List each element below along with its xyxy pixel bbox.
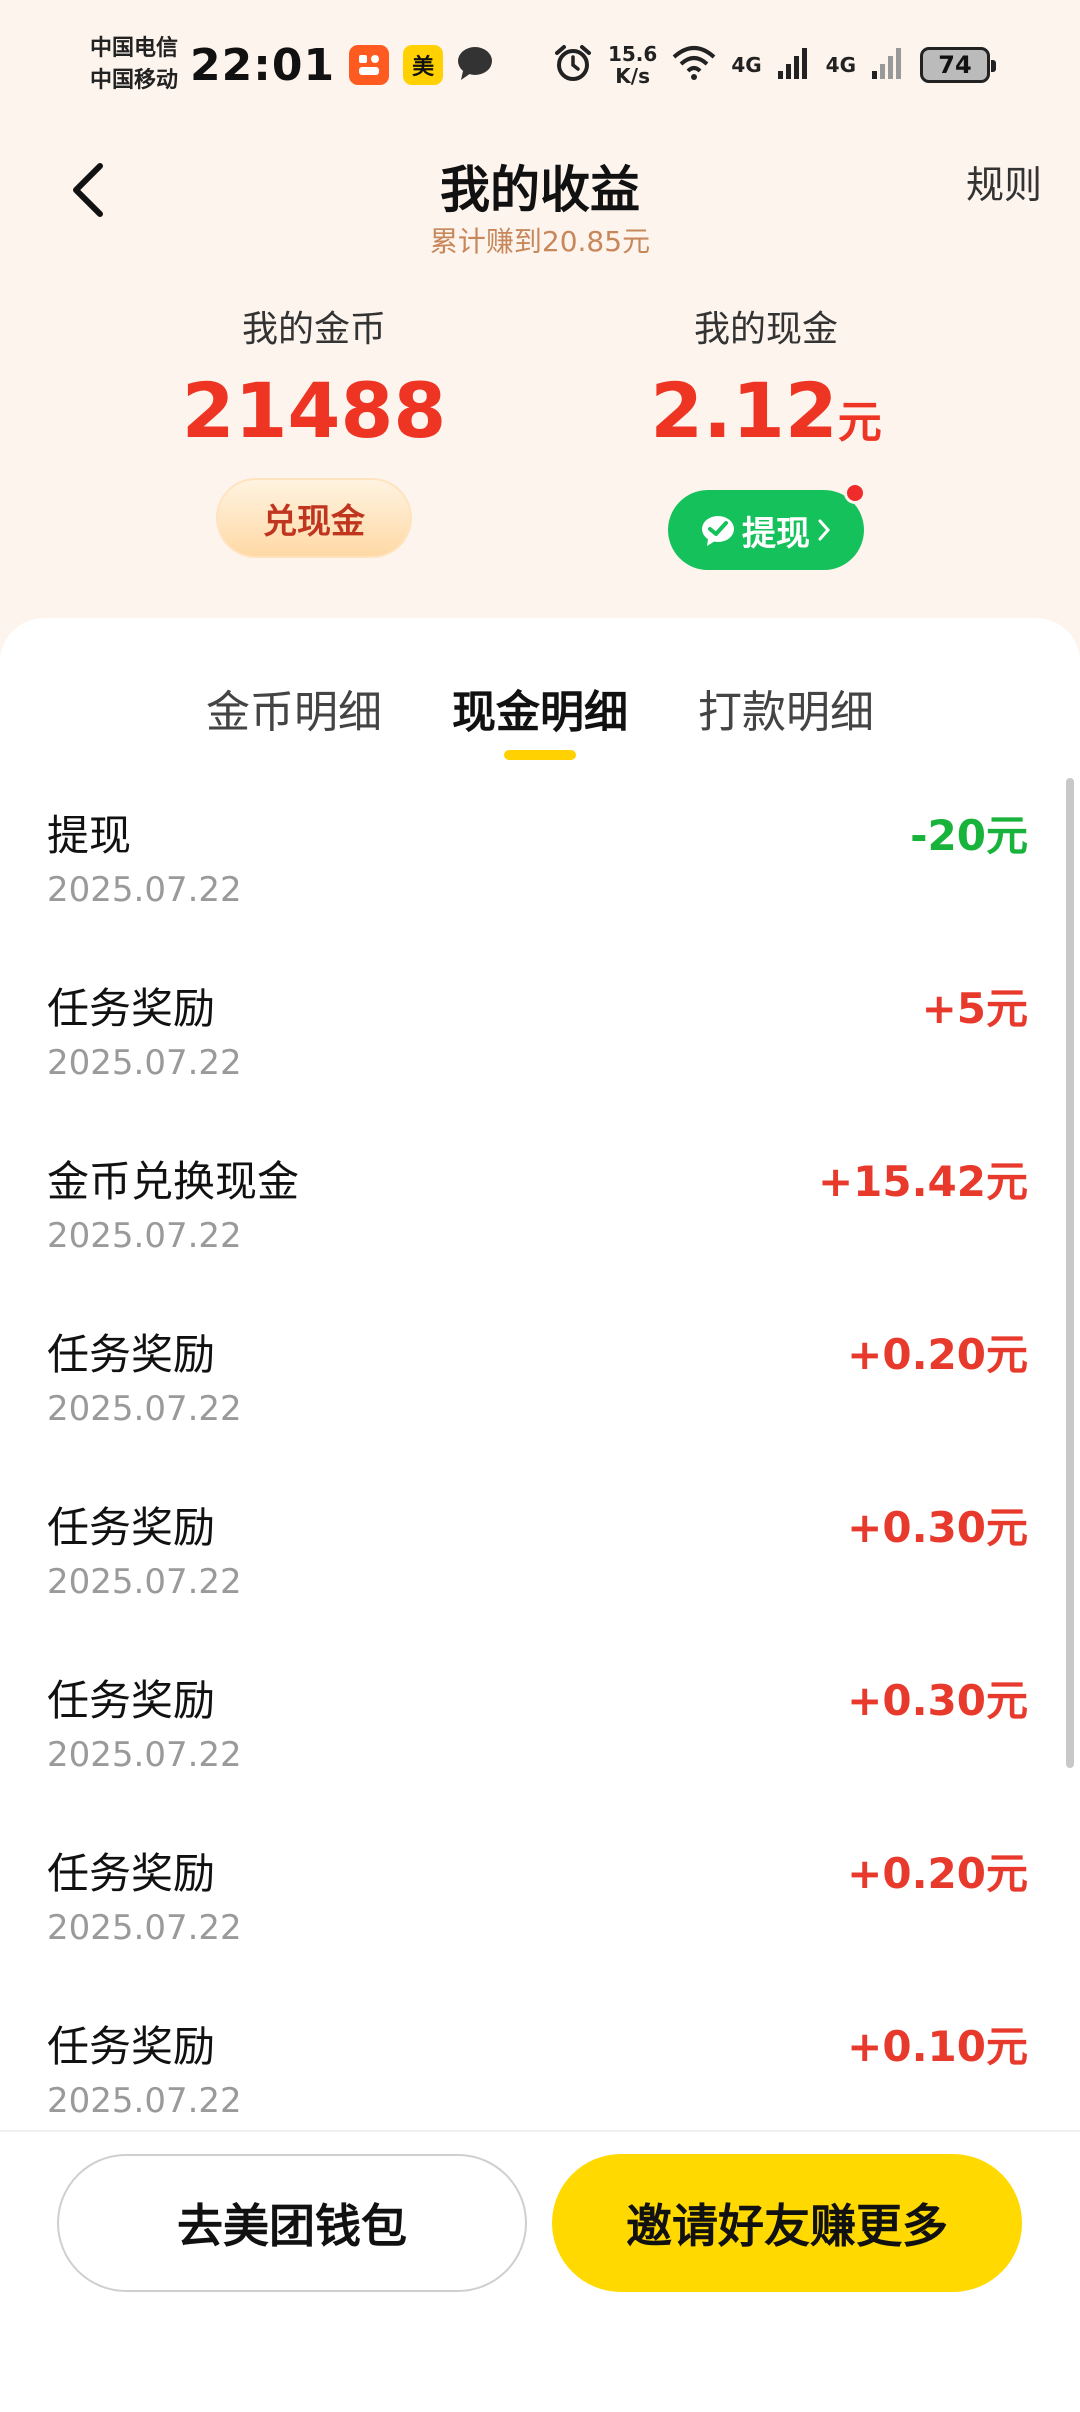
signal-icon-2 [870,45,906,85]
record-date: 2025.07.22 [47,870,242,910]
record-amount: +15.42元 [817,1157,1028,1206]
record-date: 2025.07.22 [47,1216,242,1256]
wechat-pay-icon [702,516,734,546]
meituan-app-icon: 美 [403,45,444,85]
list-scrollbar[interactable] [1066,778,1074,1768]
list-item: 金币兑换现金 2025.07.22 +15.42元 [0,1124,1080,1297]
cash-unit: 元 [837,397,882,448]
page-title: 我的收益 [440,161,640,219]
record-title: 任务奖励 [47,2022,216,2071]
tab-cash-detail-label: 现金明细 [452,687,628,738]
withdraw-button[interactable]: 提现 [668,490,864,570]
record-title: 金币兑换现金 [47,1157,300,1206]
network-speed: 15.6 K/s [608,43,657,87]
chat-bubble-icon [455,43,495,87]
carrier-info: 中国电信 中国移动 [90,33,178,97]
record-title: 任务奖励 [47,1849,216,1898]
network-type-2: 4G [825,53,856,77]
record-amount: +0.30元 [847,1503,1028,1552]
list-item: 任务奖励 2025.07.22 +0.20元 [0,1297,1080,1470]
list-item: 提现 2025.07.22 -20元 [0,778,1080,951]
detail-tabs: 金币明细 现金明细 打款明细 [0,676,1080,776]
speed-value: 15.6 [607,42,658,66]
app-notification-icon [349,45,390,85]
invite-friends-button[interactable]: 邀请好友赚更多 [552,2154,1022,2292]
tab-coin-detail[interactable]: 金币明细 [206,676,382,776]
wifi-icon [671,45,717,85]
record-amount: +0.20元 [847,1330,1028,1379]
chevron-right-icon [818,519,831,541]
rules-link[interactable]: 规则 [966,154,1042,209]
active-tab-indicator [504,750,576,760]
cash-record-list[interactable]: 提现 2025.07.22 -20元 任务奖励 2025.07.22 +5元 金… [0,778,1080,2162]
coins-value: 21488 [181,366,447,455]
tab-payout-detail[interactable]: 打款明细 [698,676,874,776]
cash-balance-card: 我的现金 2.12元 提现 [546,300,986,570]
page-header: 我的收益 累计赚到20.85元 规则 [0,130,1080,260]
exchange-cash-button[interactable]: 兑现金 [216,478,412,558]
record-title: 任务奖励 [47,984,216,1033]
list-item: 任务奖励 2025.07.22 +0.30元 [0,1470,1080,1643]
record-date: 2025.07.22 [47,1735,242,1775]
total-earned: 累计赚到20.85元 [429,225,651,258]
bottom-action-bar: 去美团钱包 邀请好友赚更多 [0,2130,1080,2412]
list-item: 任务奖励 2025.07.22 +0.20元 [0,1816,1080,1989]
cash-value-row: 2.12元 [546,366,986,468]
coins-balance-card: 我的金币 21488 兑现金 [94,300,534,558]
record-date: 2025.07.22 [47,1389,242,1429]
record-date: 2025.07.22 [47,1043,242,1083]
withdraw-wrapper: 提现 [668,482,866,570]
list-item: 任务奖励 2025.07.22 +5元 [0,951,1080,1124]
record-title: 任务奖励 [47,1676,216,1725]
speed-unit: K/s [615,64,650,88]
network-type-1: 4G [731,53,762,77]
record-amount: +5元 [921,984,1028,1033]
carrier-1: 中国电信 [90,36,179,61]
record-amount: -20元 [910,811,1028,860]
record-title: 提现 [47,811,132,860]
withdraw-label: 提现 [742,513,810,554]
signal-icon [776,45,812,85]
battery-icon: 74 [920,47,996,83]
record-amount: +0.10元 [847,2022,1028,2071]
cash-label: 我的现金 [693,309,838,350]
notification-dot [844,482,866,504]
cash-value: 2.12 [650,366,838,455]
alarm-icon [552,42,594,88]
record-amount: +0.30元 [847,1676,1028,1725]
record-amount: +0.20元 [847,1849,1028,1898]
record-date: 2025.07.22 [47,1562,242,1602]
record-title: 任务奖励 [47,1330,216,1379]
status-bar: 中国电信 中国移动 22:01 美 15.6 K/s 4G 4G 74 [0,0,1080,130]
status-time: 22:01 [190,39,336,91]
meituan-wallet-button[interactable]: 去美团钱包 [57,2154,527,2292]
record-date: 2025.07.22 [47,1908,242,1948]
coins-label: 我的金币 [241,309,386,350]
list-item: 任务奖励 2025.07.22 +0.30元 [0,1643,1080,1816]
record-title: 任务奖励 [47,1503,216,1552]
record-date: 2025.07.22 [47,2081,242,2121]
tab-cash-detail[interactable]: 现金明细 [452,676,628,776]
carrier-2: 中国移动 [90,68,179,93]
